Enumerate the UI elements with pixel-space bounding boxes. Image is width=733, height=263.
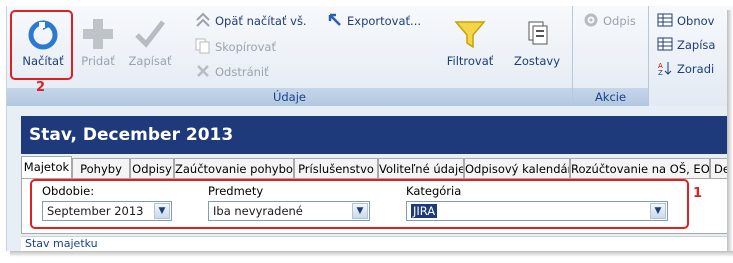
reports-button-label: Zostavy [513, 54, 561, 68]
remove-button[interactable]: Odstrániť [195, 63, 269, 81]
tab-zauctovanie-pohybov[interactable]: Zaúčtovanie pohybov [174, 158, 294, 178]
app-window: Načítať Pridať Zapísať Opäť načítať vš. … [0, 0, 733, 263]
close-icon [197, 65, 209, 77]
writeoff-label: Odpis [603, 14, 636, 28]
export-label: Exportovať... [347, 14, 422, 28]
copy-label: Skopírovať [215, 40, 276, 54]
gear-icon [584, 13, 598, 27]
filter-button[interactable]: Filtrovať [439, 14, 501, 76]
ribbon-group-udaje: Načítať Pridať Zapísať Opäť načítať vš. … [7, 6, 573, 106]
save-button-label: Zapísať [128, 54, 172, 68]
export-button[interactable]: Exportovať... [327, 12, 421, 30]
add-button-label: Pridať [81, 54, 115, 68]
write-label: Zapísa [677, 38, 716, 52]
tab-odpisy[interactable]: Odpisy [130, 158, 174, 178]
refresh-label: Obnov [677, 14, 715, 28]
save-button[interactable]: Zapísať [121, 14, 179, 76]
ribbon-group-right: Obnov Zapísa A Z Zoradi [649, 6, 733, 106]
checkmark-icon [135, 20, 165, 48]
window-shadow-bottom [10, 251, 733, 257]
tab-odpisovy-kalendar[interactable]: Odpisový kalendár [464, 158, 570, 178]
remove-label: Odstrániť [215, 65, 269, 79]
status-bar: Stav majetku [21, 236, 733, 251]
tab-strip: Majetok Pohyby Odpisy Zaúčtovanie pohybo… [21, 156, 733, 178]
tab-rozuctovanie[interactable]: Rozúčtovanie na OŠ, EO [570, 158, 710, 178]
page-title: Stav, December 2013 [21, 116, 733, 154]
grid-icon [657, 13, 673, 27]
reload-all-label: Opäť načítať vš. [215, 14, 307, 28]
sort-label: Zoradi [677, 62, 715, 76]
export-arrow-icon [328, 13, 341, 26]
writeoff-button[interactable]: Odpis [583, 12, 636, 30]
copy-icon [195, 38, 210, 54]
grid-icon [657, 37, 673, 51]
write-button[interactable]: Zapísa [657, 36, 715, 54]
tab-pohyby[interactable]: Pohyby [72, 158, 130, 178]
annotation-number-2: 2 [36, 80, 46, 95]
filter-button-label: Filtrovať [446, 54, 494, 68]
window-shadow-right [727, 10, 733, 255]
reports-icon [528, 21, 548, 45]
annotation-number-1: 1 [693, 186, 703, 201]
add-button[interactable]: Pridať [69, 14, 127, 76]
filter-icon [454, 21, 486, 49]
copy-button[interactable]: Skopírovať [195, 38, 276, 56]
annotation-box-1 [30, 179, 689, 229]
tab-prislusenstvo[interactable]: Príslušenstvo [294, 158, 378, 178]
ribbon-group-label-akcie: Akcie [573, 88, 648, 106]
svg-text:Z: Z [658, 69, 663, 76]
reload-all-button[interactable]: Opäť načítať vš. [195, 12, 307, 30]
refresh-button[interactable]: Obnov [657, 12, 714, 30]
ribbon-group-label-udaje: Údaje [7, 88, 572, 106]
double-up-arrow-icon [196, 12, 210, 27]
plus-icon [83, 19, 113, 49]
annotation-box-2 [10, 10, 73, 80]
sort-icon: A Z [658, 62, 672, 76]
tab-volitelne-udaje[interactable]: Voliteľné údaje [378, 158, 464, 178]
ribbon: Načítať Pridať Zapísať Opäť načítať vš. … [7, 6, 733, 106]
tab-majetok[interactable]: Majetok [21, 156, 72, 178]
ribbon-group-akcie: Odpis Akcie [573, 6, 649, 106]
reports-button[interactable]: Zostavy [507, 14, 567, 76]
sort-button[interactable]: A Z Zoradi [657, 60, 714, 78]
